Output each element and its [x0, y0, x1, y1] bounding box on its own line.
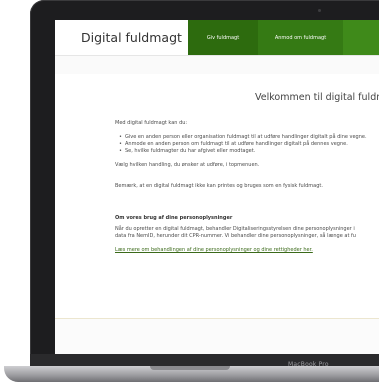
privacy-text: Når du opretter en digital fuldmagt, beh… — [115, 226, 355, 232]
nav-tab-label: Anmod om fuldmagt — [274, 34, 327, 41]
list-item: Se, hvilke fuldmagter du har afgivet ell… — [119, 148, 255, 155]
site-logo[interactable]: Digital fuldmagt — [81, 30, 182, 45]
laptop-notch — [150, 366, 230, 370]
privacy-link[interactable]: Læs mere om behandlingen af dine persono… — [115, 247, 313, 254]
intro-text: Med digital fuldmagt kan du: — [115, 120, 188, 126]
site-header: Digital fuldmagt Giv fuldmagt Anmod om f… — [55, 20, 379, 56]
nav-tab-give-proxy[interactable]: Giv fuldmagt — [188, 20, 258, 55]
nav-tab-label: Giv fuldmagt — [206, 34, 240, 41]
privacy-heading: Om vores brug af dine personoplysninger — [115, 215, 233, 221]
nav-tab-request-proxy[interactable]: Anmod om fuldmagt — [258, 20, 343, 55]
browser-screen: Digital fuldmagt Giv fuldmagt Anmod om f… — [55, 20, 379, 354]
choose-action-text: Vælg hvilken handling, du ønsker at udfø… — [115, 162, 260, 168]
page-title: Velkommen til digital fuldmagt — [255, 92, 379, 103]
list-item: Anmode en anden person om fuldmagt til a… — [119, 141, 348, 148]
site-footer — [55, 319, 379, 354]
privacy-text: data fra NemID, herunder dit CPR-nummer.… — [115, 233, 356, 239]
nav-tab-more[interactable] — [343, 20, 379, 55]
camera-icon — [318, 9, 321, 12]
list-item: Give en anden person eller organisation … — [119, 134, 367, 141]
hero-band — [55, 56, 379, 74]
note-text: Bemærk, at en digital fuldmagt ikke kan … — [115, 183, 323, 189]
